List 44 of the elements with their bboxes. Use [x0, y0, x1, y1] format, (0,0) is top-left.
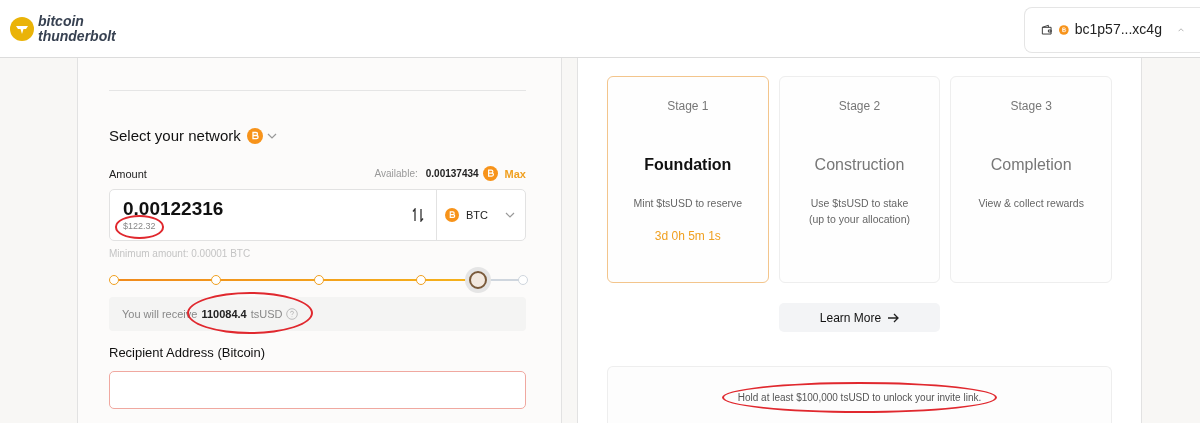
- chevron-down-icon: [266, 133, 277, 140]
- logo-icon: [10, 16, 34, 41]
- stage-description: Mint $tsUSD to reserve: [633, 196, 743, 211]
- stage-card[interactable]: Stage 1 Foundation Mint $tsUSD to reserve 3d 0h 5m 1s: [607, 76, 769, 283]
- network-label: Select your network: [109, 126, 241, 146]
- stage-label: Stage 2: [838, 98, 881, 115]
- chevron-down-icon: [505, 212, 515, 218]
- amount-input[interactable]: 0.00122316: [123, 198, 412, 221]
- recipient-label: Recipient Address (Bitcoin): [109, 344, 267, 362]
- wallet-button[interactable]: bc1p57...xc4g: [1024, 6, 1200, 53]
- bitcoin-icon: [445, 208, 459, 222]
- arrow-right-icon: [887, 312, 900, 323]
- network-dropdown[interactable]: [246, 128, 277, 145]
- logo-text: bitcoin: [38, 13, 85, 29]
- usd-value: $122.32: [123, 220, 156, 234]
- available-label: Available:: [374, 167, 418, 182]
- stage-title: Completion: [990, 155, 1072, 175]
- stage-card[interactable]: Stage 3 Completion View & collect rewards: [950, 76, 1112, 283]
- swap-icon[interactable]: [412, 208, 424, 222]
- stage-label: Stage 1: [667, 98, 709, 115]
- countdown-timer: 3d 0h 5m 1s: [654, 228, 721, 245]
- stage-title: Foundation: [644, 155, 732, 175]
- bitcoin-icon: [482, 166, 498, 182]
- logo-text: thunderbolt: [38, 28, 116, 44]
- slider-step[interactable]: [313, 275, 324, 285]
- available-value: 0.00137434: [425, 167, 479, 182]
- token-select[interactable]: BTC: [436, 190, 525, 240]
- bitcoin-icon: [246, 128, 263, 145]
- slider-step[interactable]: [211, 275, 222, 285]
- recipient-address-field[interactable]: [109, 370, 526, 409]
- stage-label: Stage 3: [1010, 98, 1052, 115]
- invite-note: Hold at least $100,000 tsUSD to unlock your invite link.: [737, 390, 982, 406]
- slider-step[interactable]: [109, 275, 119, 285]
- slider-thumb[interactable]: [469, 271, 487, 289]
- stage-description: Use $tsUSD to stake (up to your allocation): [809, 196, 910, 227]
- help-icon[interactable]: [286, 308, 299, 320]
- amount-label: Amount: [109, 166, 147, 182]
- stage-description: View & collect rewards: [978, 196, 1084, 211]
- stage-card[interactable]: Stage 2 Construction Use $tsUSD to stake (up to your allocation): [778, 76, 941, 283]
- receive-unit: tsUSD: [250, 306, 283, 322]
- receive-amount: 110084.4: [201, 305, 247, 323]
- stage-title: Construction: [814, 155, 905, 175]
- slider-step[interactable]: [415, 275, 426, 285]
- learn-more-button[interactable]: Learn More: [779, 303, 940, 333]
